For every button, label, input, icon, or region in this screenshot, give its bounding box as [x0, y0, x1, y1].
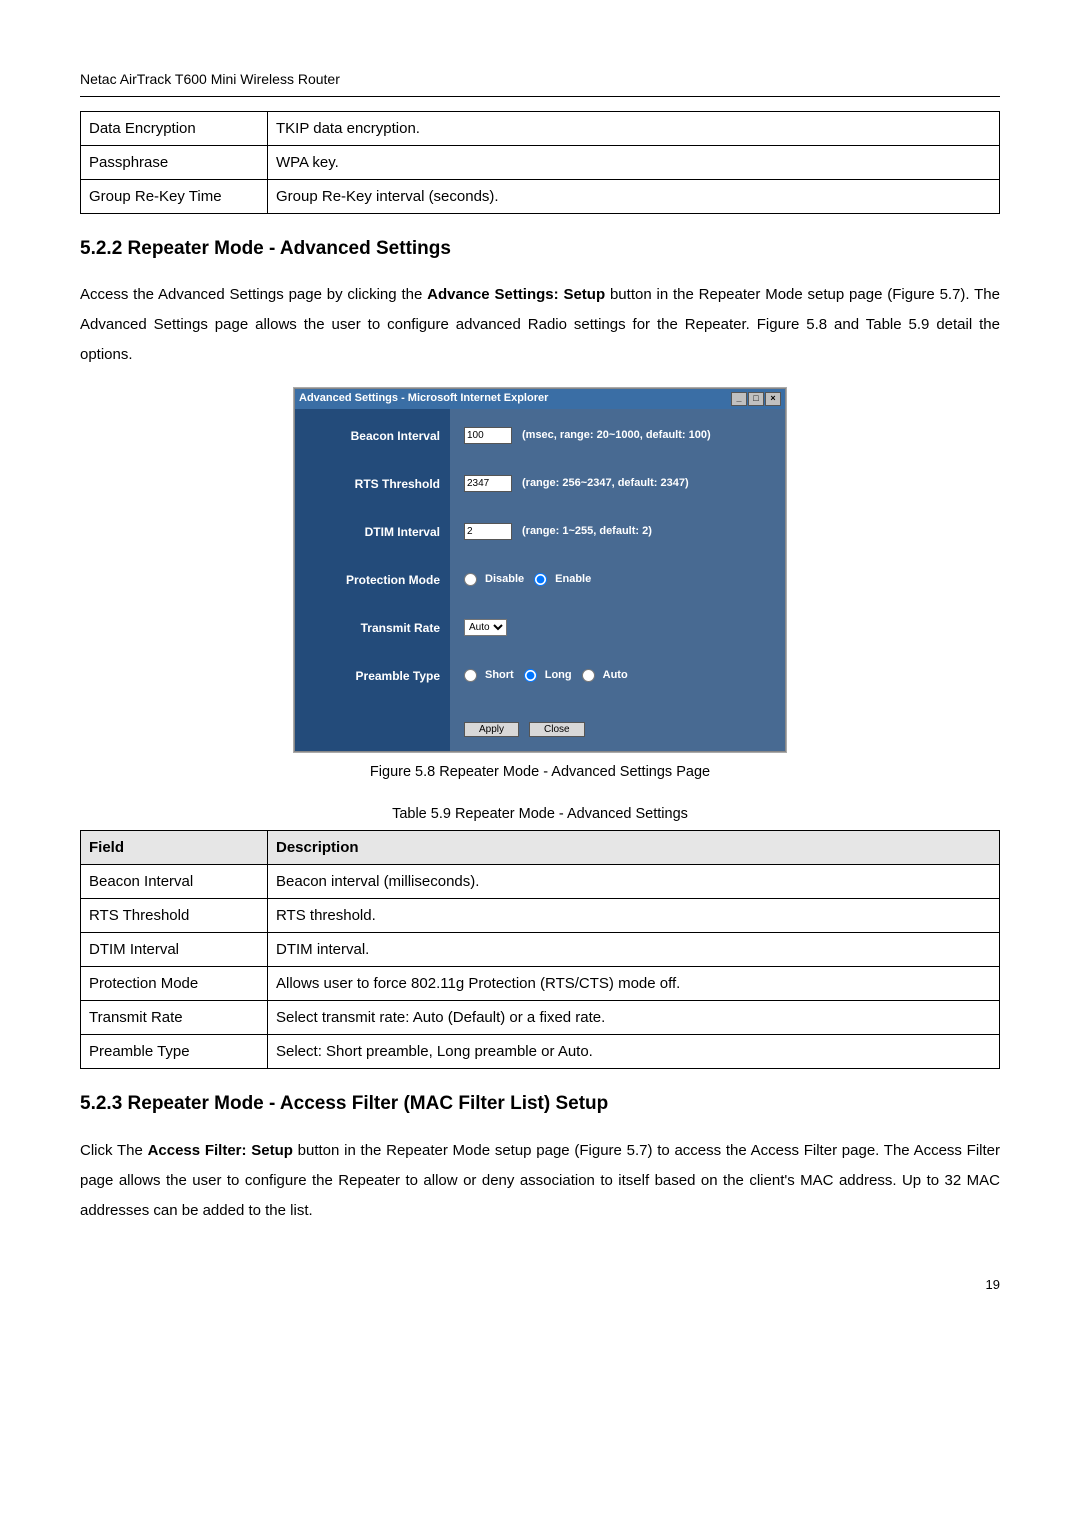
para-523: Click The Access Filter: Setup button in…	[80, 1136, 1000, 1226]
dtim-interval-input[interactable]	[464, 523, 512, 540]
label-rts-threshold: RTS Threshold	[295, 475, 450, 493]
protection-disable-radio[interactable]	[464, 573, 477, 586]
cell-desc: TKIP data encryption.	[268, 111, 1000, 145]
table-row: Protection Mode Allows user to force 802…	[81, 967, 1000, 1001]
table-caption: Table 5.9 Repeater Mode - Advanced Setti…	[80, 804, 1000, 824]
dtim-hint: (range: 1~255, default: 2)	[522, 524, 652, 539]
cell-desc: Select: Short preamble, Long preamble or…	[268, 1035, 1000, 1069]
para-bold: Access Filter: Setup	[148, 1142, 293, 1159]
protection-enable-radio[interactable]	[534, 573, 547, 586]
table-header-row: Field Description	[81, 831, 1000, 865]
row-beacon: (msec, range: 20~1000, default: 100)	[464, 427, 775, 445]
radio-label: Short	[485, 668, 514, 683]
header-desc: Description	[268, 831, 1000, 865]
window-advanced-settings: Advanced Settings - Microsoft Internet E…	[294, 388, 786, 751]
labels-column: Beacon Interval RTS Threshold DTIM Inter…	[295, 409, 450, 751]
label-beacon-interval: Beacon Interval	[295, 427, 450, 445]
window-titlebar: Advanced Settings - Microsoft Internet E…	[295, 389, 785, 408]
cell-desc: Beacon interval (milliseconds).	[268, 865, 1000, 899]
cell-field: Beacon Interval	[81, 865, 268, 899]
para-522: Access the Advanced Settings page by cli…	[80, 280, 1000, 370]
label-protection-mode: Protection Mode	[295, 571, 450, 589]
rts-threshold-input[interactable]	[464, 475, 512, 492]
row-protection: Disable Enable	[464, 571, 775, 589]
cell-desc: Allows user to force 802.11g Protection …	[268, 967, 1000, 1001]
table-59: Field Description Beacon Interval Beacon…	[80, 830, 1000, 1069]
cell-field: Passphrase	[81, 145, 268, 179]
row-transmit: Auto	[464, 619, 775, 637]
table-row: Passphrase WPA key.	[81, 145, 1000, 179]
window-title-text: Advanced Settings - Microsoft Internet E…	[299, 391, 548, 406]
label-dtim-interval: DTIM Interval	[295, 523, 450, 541]
table-row: RTS Threshold RTS threshold.	[81, 899, 1000, 933]
figure-caption: Figure 5.8 Repeater Mode - Advanced Sett…	[80, 762, 1000, 782]
figure-58: Advanced Settings - Microsoft Internet E…	[80, 388, 1000, 751]
table-row: Group Re-Key Time Group Re-Key interval …	[81, 179, 1000, 213]
para-text: Access the Advanced Settings page by cli…	[80, 286, 427, 303]
row-dtim: (range: 1~255, default: 2)	[464, 523, 775, 541]
cell-desc: Group Re-Key interval (seconds).	[268, 179, 1000, 213]
maximize-icon[interactable]: □	[748, 392, 764, 406]
cell-field: Preamble Type	[81, 1035, 268, 1069]
row-buttons: Apply Close	[464, 715, 775, 739]
label-transmit-rate: Transmit Rate	[295, 619, 450, 637]
radio-label: Enable	[555, 572, 591, 587]
para-bold: Advance Settings: Setup	[427, 286, 605, 303]
radio-label: Disable	[485, 572, 524, 587]
cell-field: Data Encryption	[81, 111, 268, 145]
table-row: Preamble Type Select: Short preamble, Lo…	[81, 1035, 1000, 1069]
beacon-hint: (msec, range: 20~1000, default: 100)	[522, 428, 711, 443]
page-header: Netac AirTrack T600 Mini Wireless Router	[80, 70, 1000, 90]
heading-522: 5.2.2 Repeater Mode - Advanced Settings	[80, 236, 1000, 263]
beacon-interval-input[interactable]	[464, 427, 512, 444]
radio-label: Long	[545, 668, 572, 683]
row-preamble: Short Long Auto	[464, 667, 775, 685]
cell-desc: Select transmit rate: Auto (Default) or …	[268, 1001, 1000, 1035]
close-button[interactable]: Close	[529, 722, 585, 737]
preamble-long-radio[interactable]	[524, 669, 537, 682]
cell-desc: WPA key.	[268, 145, 1000, 179]
label-spacer	[295, 715, 450, 733]
radio-label: Auto	[603, 668, 628, 683]
row-rts: (range: 256~2347, default: 2347)	[464, 475, 775, 493]
table-row: Transmit Rate Select transmit rate: Auto…	[81, 1001, 1000, 1035]
apply-button[interactable]: Apply	[464, 722, 519, 737]
table-continuation: Data Encryption TKIP data encryption. Pa…	[80, 111, 1000, 214]
header-field: Field	[81, 831, 268, 865]
cell-field: RTS Threshold	[81, 899, 268, 933]
close-icon[interactable]: ×	[765, 392, 781, 406]
minimize-icon[interactable]: _	[731, 392, 747, 406]
header-rule	[80, 96, 1000, 97]
cell-field: Transmit Rate	[81, 1001, 268, 1035]
preamble-auto-radio[interactable]	[582, 669, 595, 682]
cell-field: Protection Mode	[81, 967, 268, 1001]
cell-field: DTIM Interval	[81, 933, 268, 967]
window-controls: _□×	[730, 391, 781, 406]
rts-hint: (range: 256~2347, default: 2347)	[522, 476, 689, 491]
cell-desc: DTIM interval.	[268, 933, 1000, 967]
label-preamble-type: Preamble Type	[295, 667, 450, 685]
table-row: Data Encryption TKIP data encryption.	[81, 111, 1000, 145]
heading-523: 5.2.3 Repeater Mode - Access Filter (MAC…	[80, 1091, 1000, 1118]
window-body: Beacon Interval RTS Threshold DTIM Inter…	[295, 409, 785, 751]
preamble-short-radio[interactable]	[464, 669, 477, 682]
controls-column: (msec, range: 20~1000, default: 100) (ra…	[450, 409, 785, 751]
table-row: DTIM Interval DTIM interval.	[81, 933, 1000, 967]
para-text: Click The	[80, 1142, 148, 1159]
cell-desc: RTS threshold.	[268, 899, 1000, 933]
transmit-rate-select[interactable]: Auto	[464, 619, 507, 636]
page-number: 19	[80, 1276, 1000, 1294]
cell-field: Group Re-Key Time	[81, 179, 268, 213]
table-row: Beacon Interval Beacon interval (millise…	[81, 865, 1000, 899]
